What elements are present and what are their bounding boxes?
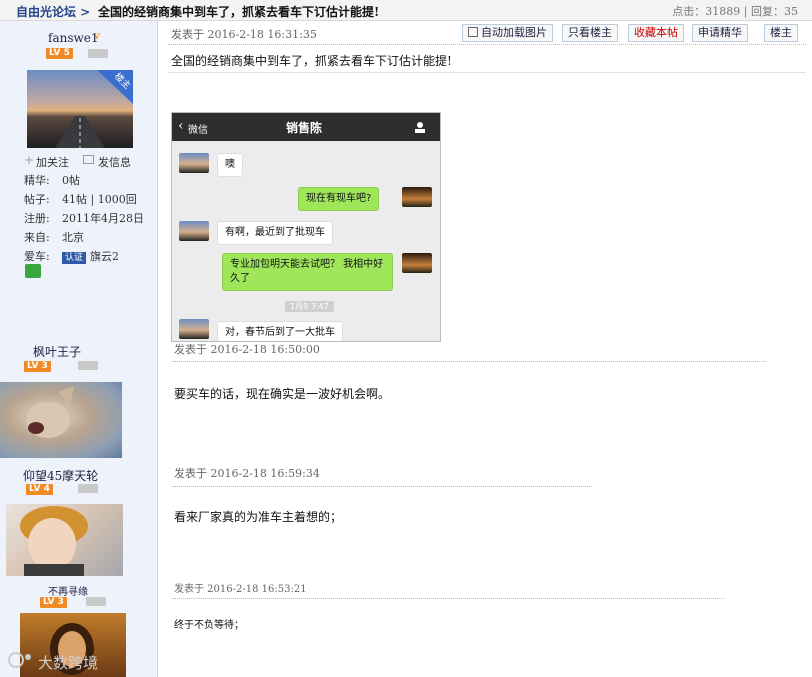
post-body: 全国的经销商集中到车了，抓紧去看车下订估计能提!	[171, 54, 452, 68]
avatar[interactable]	[6, 504, 123, 576]
checkbox-icon[interactable]	[468, 27, 478, 37]
level-badge: LV 3	[40, 597, 67, 608]
person-image-icon	[20, 506, 88, 576]
cert-badge: 认证	[62, 252, 87, 264]
breadcrumb-forum[interactable]: 自由光论坛 >	[16, 3, 90, 20]
autoload-images-toggle[interactable]: 自动加载图片	[462, 24, 553, 42]
chat-message: 噢	[217, 153, 243, 177]
info-digest: 精华: 0帖	[24, 174, 80, 187]
level-progress-icon	[88, 49, 108, 58]
floor-label: 楼主	[764, 24, 798, 42]
medal-icon	[25, 264, 41, 278]
divider	[172, 598, 724, 599]
author-name[interactable]: 不再寻缘	[48, 583, 88, 598]
watermark: 大数跨境	[38, 654, 99, 672]
author-info: 精华: 0帖 帖子: 41帖 | 1000回 注册: 2011年4月28日 来自: 北京…	[24, 171, 144, 266]
back-label[interactable]: 微信	[188, 121, 208, 136]
level-progress-icon	[78, 484, 98, 493]
level-progress-icon	[78, 361, 98, 370]
cat-image-icon	[26, 386, 74, 438]
contact-avatar	[179, 319, 209, 339]
chat-timestamp: 1月9 3:47	[285, 301, 334, 312]
chat-message: 专业加包明天能去试吧？ 我相中好久了	[222, 253, 393, 291]
mail-icon	[83, 155, 94, 164]
user-avatar	[402, 253, 432, 273]
level-progress-icon	[86, 597, 106, 606]
thread-header: 自由光论坛 > 全国的经销商集中到车了，抓紧去看车下订估计能提! 点击：3188…	[0, 0, 812, 21]
divider	[168, 72, 806, 73]
contact-avatar	[179, 221, 209, 241]
info-location: 来自: 北京	[24, 231, 84, 244]
plus-icon: +	[24, 153, 35, 167]
follow-button[interactable]: 加关注	[36, 154, 69, 170]
back-arrow-icon[interactable]: ‹	[178, 118, 184, 134]
avatar[interactable]: 楼主	[27, 70, 133, 148]
level-badge: LV 3	[24, 361, 51, 372]
post-body: 看来厂家真的为准车主着想的；	[174, 510, 343, 524]
apply-digest-button[interactable]: 申请精华	[692, 24, 748, 42]
info-posts: 帖子: 41帖 | 1000回	[24, 193, 137, 206]
favorite-button[interactable]: 收藏本帖	[628, 24, 684, 42]
post-time: 发表于 2016-2-18 16:50:00	[174, 343, 320, 356]
thread-title: 全国的经销商集中到车了，抓紧去看车下订估计能提!	[98, 5, 380, 19]
divider	[168, 44, 806, 45]
thread-stats: 点击：31889 | 回复：35	[672, 5, 798, 18]
post-time: 发表于 2016-2-18 16:59:34	[174, 467, 320, 480]
chat-header: ‹ 微信 销售陈	[172, 113, 440, 141]
chat-message: 对，春节后到了一大批车	[217, 321, 343, 341]
only-op-button[interactable]: 只看楼主	[562, 24, 618, 42]
info-car: 爱车: 认证 旗云2	[24, 250, 120, 264]
post-body: 终于不负等待；	[174, 620, 244, 631]
chat-message: 有啊，最近到了批现车	[217, 221, 333, 245]
watermark-logo-icon	[8, 652, 31, 668]
gender-icon: v	[94, 29, 101, 42]
profile-icon[interactable]	[414, 121, 426, 133]
contact-avatar	[179, 153, 209, 173]
info-registered: 注册: 2011年4月28日	[24, 212, 144, 225]
user-avatar	[402, 187, 432, 207]
divider	[172, 361, 766, 362]
divider	[172, 486, 592, 487]
author-name[interactable]: fanswe1	[48, 31, 99, 45]
level-badge: LV 4	[26, 484, 53, 495]
post-time: 发表于 2016-2-18 16:31:35	[171, 28, 317, 41]
level-badge: LV 5	[46, 48, 73, 59]
author-name[interactable]: 仰望45摩天轮	[23, 467, 98, 484]
chat-contact-name: 销售陈	[286, 121, 323, 135]
wechat-screenshot: ‹ 微信 销售陈 噢 现在有现车吧? 有啊，最近到了批现车 专业加包明天能去试吧…	[171, 112, 441, 342]
send-message-button[interactable]: 发信息	[98, 154, 131, 170]
avatar[interactable]	[0, 382, 122, 458]
chat-message: 现在有现车吧?	[298, 187, 380, 211]
post-body: 要买车的话，现在确实是一波好机会啊。	[174, 387, 391, 401]
post-time: 发表于 2016-2-18 16:53:21	[174, 584, 307, 595]
author-name[interactable]: 枫叶王子	[33, 343, 81, 360]
